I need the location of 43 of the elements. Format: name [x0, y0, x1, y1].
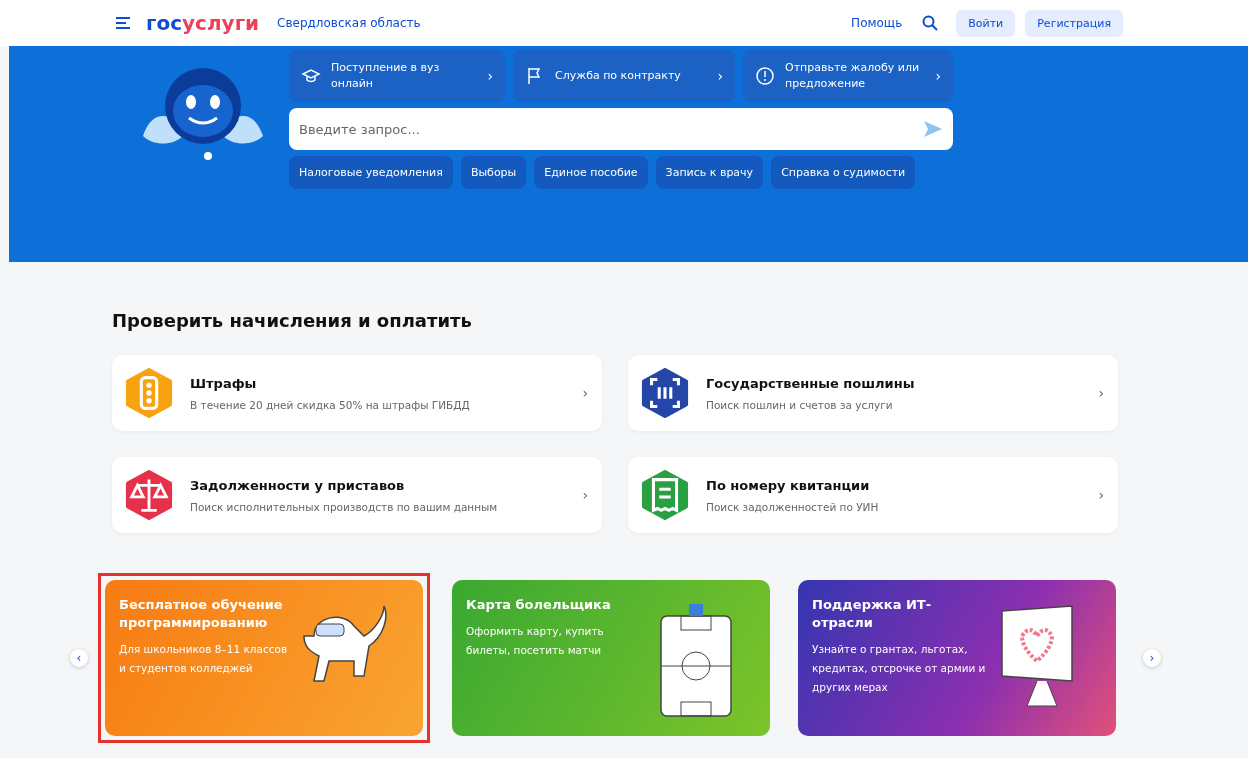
payment-card[interactable]: Штрафы В течение 20 дней скидка 50% на штрафы ГИБДД ›: [112, 355, 602, 431]
payment-card[interactable]: Задолженности у приставов Поиск исполнительных производств по вашим данным ›: [112, 457, 602, 533]
card-title: Государственные пошлины: [706, 375, 916, 391]
suggestion-chip[interactable]: Выборы: [460, 156, 527, 189]
suggestion-chip[interactable]: Запись к врачу: [655, 156, 764, 189]
card-subtitle: Поиск пошлин и счетов за услуги: [706, 398, 894, 411]
promo-text: Узнайте о грантах, льготах, кредитах, отсрочке от армии и других мерах: [812, 642, 987, 696]
search-field[interactable]: Введите запрос...: [289, 108, 953, 150]
payment-card[interactable]: Государственные пошлины Поиск пошлин и счетов за услуги ›: [628, 355, 1118, 431]
card-subtitle: Поиск задолженностей по УИН: [706, 500, 880, 513]
suggestion-chip[interactable]: Единое пособие: [534, 156, 648, 189]
help-link[interactable]: Помощь: [845, 15, 909, 31]
section-title: Проверить начисления и оплатить: [112, 310, 473, 331]
chevron-icon: ›: [1098, 385, 1104, 401]
payment-card[interactable]: По номеру квитанции Поиск задолженностей по УИН ›: [628, 457, 1118, 533]
card-subtitle: Поиск исполнительных производств по вашим данным: [190, 500, 499, 513]
quick-link[interactable]: Поступление в вуз онлайн ›: [289, 50, 505, 102]
next-button[interactable]: ›: [1143, 649, 1161, 667]
promo-title: Поддержка ИТ-отрасли: [812, 596, 933, 633]
suggestion-chip[interactable]: Справка о судимости: [771, 156, 916, 189]
quick-link[interactable]: Отправьте жалобу или предложение ›: [743, 50, 953, 102]
card-title: По номеру квитанции: [706, 477, 871, 493]
search-icon[interactable]: [922, 15, 939, 31]
register-button[interactable]: Регистрация: [1025, 9, 1123, 37]
card-title: Штрафы: [190, 375, 258, 391]
suggestion-chip[interactable]: Налоговые уведомления: [289, 156, 453, 189]
chevron-icon: ›: [1098, 487, 1104, 503]
promo-title: Карта болельщика: [466, 596, 612, 614]
quick-link[interactable]: Служба по контракту ›: [513, 50, 735, 102]
chevron-icon: ›: [582, 487, 588, 503]
promo-title: Бесплатное обучение программированию: [119, 596, 284, 633]
chevron-icon: ›: [582, 385, 588, 401]
info-icon: [755, 66, 775, 86]
promo-text: Оформить карту, купить билеты, посетить матчи: [466, 624, 605, 659]
region-link[interactable]: Свердловская область: [277, 16, 846, 30]
card-title: Задолженности у приставов: [190, 477, 406, 493]
login-button[interactable]: Войти: [956, 9, 1016, 37]
promo-card[interactable]: Поддержка ИТ-отрасли Узнайте о грантах, льготах, кредитах, отсрочке от армии и других мерах: [798, 580, 1116, 736]
previous-button[interactable]: ‹: [70, 649, 88, 667]
menu-icon[interactable]: [116, 17, 130, 29]
promo-text: Для школьников 8–11 классов и студентов колледжей: [119, 642, 289, 677]
card-subtitle: В течение 20 дней скидка 50% на штрафы ГИБДД: [190, 398, 471, 411]
logo[interactable]: госуслуги: [146, 11, 260, 35]
